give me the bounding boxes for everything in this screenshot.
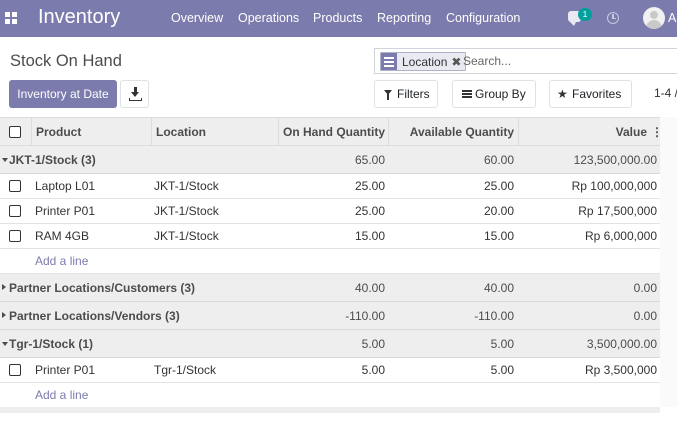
group-name: Tgr-1/Stock (1) bbox=[9, 336, 94, 351]
table-row[interactable]: Printer P01 JKT-1/Stock 25.00 20.00 Rp 1… bbox=[0, 199, 660, 224]
cell-available: 15.00 bbox=[483, 229, 514, 243]
cell-product: Printer P01 bbox=[35, 363, 96, 377]
group-row[interactable]: JKT-1/Stock (3) 65.00 60.00 123,500,000.… bbox=[0, 146, 660, 174]
cell-available: 20.00 bbox=[483, 204, 514, 218]
cell-location: JKT-1/Stock bbox=[154, 179, 219, 193]
cell-product: Printer P01 bbox=[35, 204, 96, 218]
table-row[interactable]: Laptop L01 JKT-1/Stock 25.00 25.00 Rp 10… bbox=[0, 174, 660, 199]
cell-location: Tgr-1/Stock bbox=[154, 363, 217, 377]
bars-icon bbox=[462, 90, 472, 98]
group-name: Partner Locations/Vendors (3) bbox=[9, 308, 180, 323]
menu-products[interactable]: Products bbox=[313, 11, 362, 25]
group-name: Partner Locations/Customers (3) bbox=[9, 280, 196, 295]
cell-location: JKT-1/Stock bbox=[154, 229, 219, 243]
group-on-hand: -110.00 bbox=[345, 308, 385, 323]
group-available: 5.00 bbox=[490, 336, 514, 351]
cell-available: 5.00 bbox=[490, 363, 514, 377]
select-all-checkbox[interactable] bbox=[9, 126, 21, 138]
menu-operations[interactable]: Operations bbox=[238, 11, 299, 25]
group-available: -110.00 bbox=[474, 308, 514, 323]
table-row[interactable]: RAM 4GB JKT-1/Stock 15.00 15.00 Rp 6,000… bbox=[0, 224, 660, 249]
cell-product: Laptop L01 bbox=[35, 179, 96, 193]
page-title: Stock On Hand bbox=[10, 52, 122, 70]
favorites-button[interactable]: ★ Favorites bbox=[549, 80, 632, 108]
horizontal-scrollbar[interactable] bbox=[0, 407, 660, 413]
inventory-at-date-button[interactable]: Inventory at Date bbox=[9, 80, 117, 108]
column-available[interactable]: Available Quantity bbox=[389, 118, 514, 145]
cell-location: JKT-1/Stock bbox=[154, 204, 219, 218]
cell-on-hand: 25.00 bbox=[354, 204, 385, 218]
cell-value: Rp 100,000,000 bbox=[571, 179, 657, 193]
cell-available: 25.00 bbox=[483, 179, 514, 193]
cell-product: RAM 4GB bbox=[35, 229, 90, 243]
table-header: Product Location On Hand Quantity Availa… bbox=[0, 117, 663, 146]
table-row[interactable]: Printer P01 Tgr-1/Stock 5.00 5.00 Rp 3,5… bbox=[0, 358, 660, 383]
search-facet-location[interactable]: Location ✖ bbox=[380, 52, 467, 71]
facet-label: Location bbox=[402, 54, 448, 69]
column-product[interactable]: Product bbox=[36, 118, 81, 145]
top-navbar: Inventory Overview Operations Products R… bbox=[0, 0, 677, 37]
chat-count-badge: 1 bbox=[578, 8, 592, 21]
column-location[interactable]: Location bbox=[156, 118, 206, 145]
group-value: 3,500,000.00 bbox=[586, 336, 657, 351]
group-row[interactable]: Partner Locations/Customers (3) 40.00 40… bbox=[0, 274, 660, 302]
cell-value: Rp 3,500,000 bbox=[584, 363, 657, 377]
group-by-icon bbox=[381, 53, 397, 70]
group-available: 40.00 bbox=[483, 280, 514, 295]
apps-menu-icon[interactable] bbox=[5, 12, 17, 24]
scroll-gutter bbox=[660, 117, 677, 407]
column-value[interactable]: Value bbox=[519, 118, 647, 145]
add-line-link[interactable]: Add a line bbox=[35, 383, 88, 407]
add-line-row: Add a line bbox=[0, 383, 660, 408]
group-value: 123,500,000.00 bbox=[573, 152, 657, 167]
pager-value[interactable]: 1-4 / bbox=[654, 86, 677, 100]
group-on-hand: 65.00 bbox=[354, 152, 385, 167]
menu-configuration[interactable]: Configuration bbox=[446, 11, 520, 25]
add-line-link[interactable]: Add a line bbox=[35, 249, 88, 273]
menu-reporting[interactable]: Reporting bbox=[377, 11, 431, 25]
add-line-row: Add a line bbox=[0, 249, 660, 274]
cell-on-hand: 5.00 bbox=[361, 363, 385, 377]
cell-value: Rp 6,000,000 bbox=[584, 229, 657, 243]
star-icon: ★ bbox=[557, 87, 568, 101]
row-checkbox[interactable] bbox=[9, 364, 21, 376]
group-name: JKT-1/Stock (3) bbox=[9, 152, 96, 167]
group-value: 0.00 bbox=[633, 308, 657, 323]
user-avatar[interactable] bbox=[643, 7, 665, 29]
search-input[interactable] bbox=[463, 54, 673, 68]
group-by-button[interactable]: Group By bbox=[452, 80, 536, 108]
menu-overview[interactable]: Overview bbox=[171, 11, 223, 25]
group-row[interactable]: Partner Locations/Vendors (3) -110.00 -1… bbox=[0, 302, 660, 330]
row-checkbox[interactable] bbox=[9, 205, 21, 217]
user-menu-label[interactable]: A bbox=[668, 11, 676, 25]
row-checkbox[interactable] bbox=[9, 230, 21, 242]
group-value: 0.00 bbox=[633, 280, 657, 295]
group-on-hand: 40.00 bbox=[354, 280, 385, 295]
group-available: 60.00 bbox=[483, 152, 514, 167]
app-title[interactable]: Inventory bbox=[38, 6, 120, 29]
download-button[interactable] bbox=[120, 80, 149, 108]
group-row[interactable]: Tgr-1/Stock (1) 5.00 5.00 3,500,000.00 bbox=[0, 330, 660, 358]
group-on-hand: 5.00 bbox=[361, 336, 385, 351]
cell-value: Rp 17,500,000 bbox=[578, 204, 657, 218]
activity-clock-icon[interactable] bbox=[607, 12, 619, 24]
filters-button[interactable]: Filters bbox=[374, 80, 438, 108]
cell-on-hand: 25.00 bbox=[354, 179, 385, 193]
row-checkbox[interactable] bbox=[9, 180, 21, 192]
filter-icon bbox=[384, 90, 392, 100]
column-on-hand[interactable]: On Hand Quantity bbox=[279, 118, 385, 145]
cell-on-hand: 15.00 bbox=[354, 229, 385, 243]
search-box[interactable]: Location ✖ bbox=[374, 48, 677, 74]
